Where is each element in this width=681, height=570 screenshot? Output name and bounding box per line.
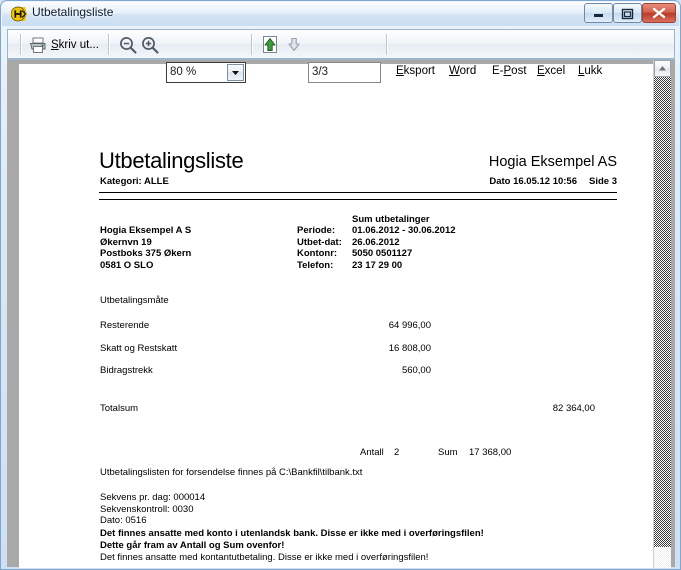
info-label: Periode: <box>297 225 336 236</box>
address-line: Postboks 375 Økern <box>100 248 192 259</box>
next-page-button[interactable] <box>284 34 304 55</box>
hogia-h-icon <box>10 6 27 22</box>
totalsum-amount: 82 364,00 <box>552 403 595 414</box>
window-title: Utbetalingsliste <box>32 5 114 19</box>
print-button[interactable]: Skriv ut... <box>28 34 99 55</box>
scrollbar-thumb[interactable] <box>654 77 671 547</box>
info-value-column: 01.06.2012 - 30.06.2012 26.06.2012 5050 … <box>352 225 456 271</box>
info-label: Kontonr: <box>297 248 338 259</box>
company-address-block: Hogia Eksempel A S Økernvn 19 Postboks 3… <box>100 225 191 271</box>
sum-value: 17 368,00 <box>469 447 512 458</box>
address-line: Økernvn 19 <box>100 236 152 248</box>
toolbar-separator <box>108 34 110 55</box>
table-row-label: Resterende <box>100 320 150 331</box>
table-row-amount: 16 808,00 <box>388 343 431 354</box>
word-button[interactable]: Word <box>449 65 476 77</box>
zoom-level-combobox[interactable]: 80 % <box>166 62 246 83</box>
sequence-line: Sekvens pr. dag: 000014 <box>100 492 206 503</box>
warning-line: Dette går fram av Antall og Sum ovenfor! <box>100 540 285 551</box>
toolbar: Skriv ut... 80 % 3/3 Eksport Word E-Post… <box>7 29 675 83</box>
printer-icon <box>28 36 48 54</box>
application-window: Utbetalingsliste Skriv ut... 80 % 3/3 Ek… <box>0 0 681 570</box>
report-date: Dato 16.05.12 10:56 <box>489 176 577 187</box>
toolbar-separator <box>20 34 22 55</box>
epost-button[interactable]: E-Post <box>492 65 527 77</box>
title-bar[interactable]: Utbetalingsliste <box>1 1 680 27</box>
close-button[interactable] <box>642 3 676 23</box>
maximize-button[interactable] <box>613 3 642 23</box>
utbetalingsmaate-heading: Utbetalingsmåte <box>100 295 169 306</box>
sequence-line: Dato: 0516 <box>100 515 147 526</box>
excel-button[interactable]: Excel <box>537 65 565 77</box>
info-value: 26.06.2012 <box>352 236 400 248</box>
scroll-up-arrow-icon[interactable] <box>654 60 671 77</box>
address-line: 0581 O SLO <box>100 259 154 271</box>
zoom-out-icon[interactable] <box>118 35 138 55</box>
table-row-label: Skatt og Restskatt <box>100 343 178 354</box>
info-label-column: Periode: Utbet-dat: Kontonr: Telefon: <box>297 225 342 271</box>
file-path-note: Utbetalingslisten for forsendelse finnes… <box>100 467 363 478</box>
page-number-value: 3/3 <box>312 66 328 78</box>
header-rule-bottom <box>99 199 617 200</box>
info-value: 5050 0501127 <box>352 248 413 259</box>
report-company-name: Hogia Eksempel AS <box>488 154 617 170</box>
address-line: Hogia Eksempel A S <box>100 225 192 236</box>
report-page-number: Side 3 <box>589 176 617 187</box>
info-label: Utbet-dat: <box>297 236 342 248</box>
sum-label: Sum <box>438 447 458 458</box>
sum-utbetalinger-heading: Sum utbetalinger <box>352 214 430 225</box>
table-row-amount: 560,00 <box>401 365 431 376</box>
report-kategori: Kategori: ALLE <box>100 176 169 187</box>
page-number-input[interactable]: 3/3 <box>308 62 381 83</box>
toolbar-separator <box>251 34 253 55</box>
vertical-scrollbar[interactable] <box>653 60 671 568</box>
warning-line: Det finnes ansatte med konto i utenlands… <box>100 528 484 539</box>
zoom-level-value: 80 % <box>170 66 197 78</box>
antall-label: Antall <box>360 447 384 458</box>
table-row-amount: 64 996,00 <box>388 320 431 331</box>
report-page: Utbetalingsliste Hogia Eksempel AS Kateg… <box>19 64 653 568</box>
sequence-line: Sekvenskontroll: 0030 <box>100 503 194 515</box>
table-row-label: Bidragstrekk <box>100 365 153 376</box>
chevron-down-icon[interactable] <box>227 64 244 81</box>
zoom-in-icon[interactable] <box>140 35 160 55</box>
header-rule-top <box>99 192 617 193</box>
info-label: Telefon: <box>297 259 334 271</box>
eksport-button[interactable]: Eksport <box>396 65 435 77</box>
info-value: 01.06.2012 - 30.06.2012 <box>352 225 456 236</box>
document-viewport: Utbetalingsliste Hogia Eksempel AS Kateg… <box>7 59 675 568</box>
totalsum-label: Totalsum <box>100 403 139 414</box>
previous-page-button[interactable] <box>260 34 280 55</box>
antall-value: 2 <box>394 447 400 458</box>
toolbar-separator <box>386 34 388 55</box>
warning-line: Det finnes ansatte med kontantutbetaling… <box>100 552 429 563</box>
info-value: 23 17 29 00 <box>352 259 403 271</box>
lukk-button[interactable]: Lukk <box>578 65 602 77</box>
print-button-label: Skriv ut... <box>51 38 99 51</box>
report-title: Utbetalingsliste <box>99 148 244 173</box>
minimize-button[interactable] <box>584 3 613 23</box>
sequence-info-block: Sekvens pr. dag: 000014 Sekvenskontroll:… <box>100 492 205 527</box>
